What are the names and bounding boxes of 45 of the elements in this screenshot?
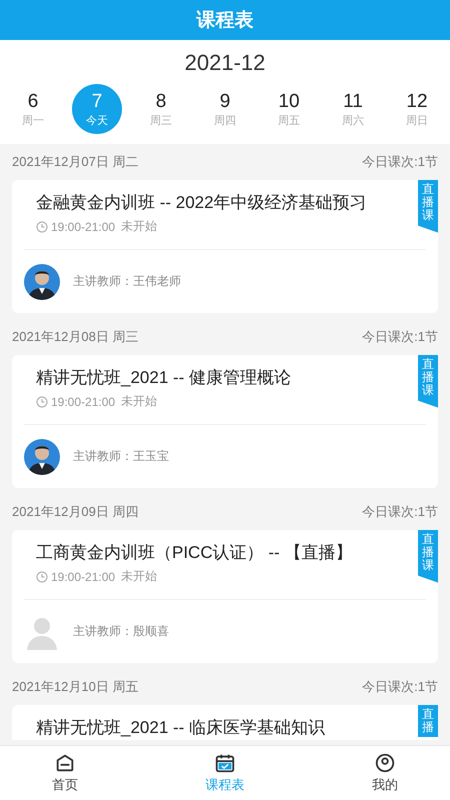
tab-item[interactable]: 我的 (350, 746, 420, 800)
date-heading: 2021年12月08日 周三 (12, 328, 138, 346)
live-tag: 直播课 (418, 180, 438, 233)
clock-icon (36, 220, 48, 232)
lesson-count: 今日课次:1节 (362, 153, 438, 171)
clock-icon (36, 396, 48, 408)
live-tag: 直播 (418, 705, 438, 738)
home-icon (54, 752, 76, 774)
course-title: 精讲无忧班_2021 -- 健康管理概论 (35, 367, 292, 389)
day-item[interactable]: 11 周六 (328, 84, 378, 134)
user-icon (374, 752, 396, 774)
day-item[interactable]: 8 周三 (136, 84, 186, 134)
course-card[interactable]: 精讲无忧班_2021 -- 临床医学基础知识 直播 (12, 705, 438, 740)
month-title: 2021-12 (184, 49, 266, 77)
calendar-icon (214, 752, 236, 774)
day-item[interactable]: 9 周四 (200, 84, 250, 134)
course-title: 精讲无忧班_2021 -- 临床医学基础知识 (35, 717, 326, 739)
course-status: 未开始 (121, 218, 158, 235)
course-title: 工商黄金内训班（PICC认证） -- 【直播】 (35, 542, 354, 564)
course-time: 19:00-21:00 (51, 394, 116, 408)
course-card[interactable]: 工商黄金内训班（PICC认证） -- 【直播】 直播课 19:00-21:00 未开始 主讲教师：殷顺喜 (12, 530, 438, 663)
date-heading: 2021年12月10日 周五 (12, 678, 138, 696)
course-card[interactable]: 金融黄金内训班 -- 2022年中级经济基础预习 直播课 19:00-21:00 未开始 主讲教师：王伟老师 (12, 180, 438, 313)
teacher-name: 主讲教师：王伟老师 (73, 273, 181, 290)
page-title: 课程表 (196, 9, 254, 33)
course-card[interactable]: 精讲无忧班_2021 -- 健康管理概论 直播课 19:00-21:00 未开始 主讲教师：王玉宝 (12, 355, 438, 488)
day-item[interactable]: 6 周一 (8, 84, 58, 134)
course-status: 未开始 (121, 568, 158, 585)
course-time: 19:00-21:00 (51, 570, 116, 584)
course-title: 金融黄金内训班 -- 2022年中级经济基础预习 (35, 192, 368, 214)
date-heading: 2021年12月09日 周四 (12, 503, 138, 521)
lesson-count: 今日课次:1节 (362, 328, 438, 346)
teacher-name: 主讲教师：王玉宝 (73, 448, 169, 465)
tab-item[interactable]: 首页 (30, 746, 100, 800)
lesson-count: 今日课次:1节 (362, 678, 438, 696)
course-time: 19:00-21:00 (51, 220, 116, 234)
date-heading: 2021年12月07日 周二 (12, 153, 138, 171)
live-tag: 直播课 (418, 530, 438, 583)
course-status: 未开始 (121, 393, 158, 410)
day-item[interactable]: 10 周五 (264, 84, 314, 134)
teacher-name: 主讲教师：殷顺喜 (73, 623, 169, 640)
lesson-count: 今日课次:1节 (362, 503, 438, 521)
live-tag: 直播课 (418, 355, 438, 408)
clock-icon (36, 570, 48, 582)
day-item[interactable]: 12 周日 (392, 84, 442, 134)
